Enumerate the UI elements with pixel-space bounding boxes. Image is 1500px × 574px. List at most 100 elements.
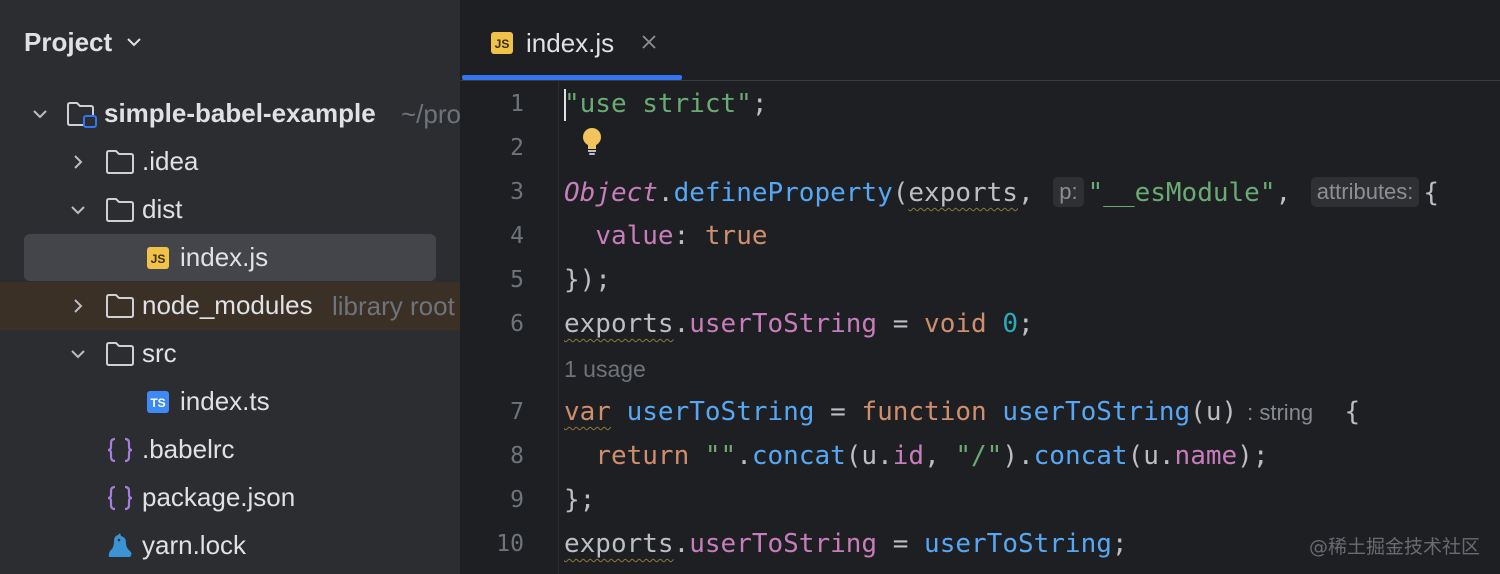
json-braces-icon	[107, 485, 133, 511]
tree-item-label: .babelrc	[142, 434, 235, 464]
tree-item-src-index-ts[interactable]: TS index.ts	[0, 378, 460, 426]
tree-item-src[interactable]: src	[0, 330, 460, 378]
ide-window: Project simple-babel-example ~/pro .idea	[0, 0, 1500, 574]
line-number: 2	[510, 135, 524, 161]
token-property: value	[595, 221, 674, 251]
token-punct: (	[892, 178, 909, 208]
code-line-7[interactable]: var userToString = function userToString…	[564, 397, 1360, 427]
token-function-name: userToString	[924, 529, 1112, 559]
inlay-hint-return-type: : string	[1247, 400, 1314, 425]
tree-item-dist[interactable]: dist	[0, 186, 460, 234]
token-operator: =	[877, 309, 925, 339]
tree-item-label: index.js	[180, 242, 269, 272]
close-icon[interactable]	[640, 33, 658, 51]
token-variable: userToString	[626, 397, 815, 427]
token-punct: .	[657, 178, 674, 208]
token-punct: ;	[1017, 309, 1034, 339]
project-panel: Project simple-babel-example ~/pro .idea	[0, 0, 460, 574]
lightbulb-icon[interactable]	[580, 126, 604, 158]
code-line-9[interactable]: };	[564, 485, 595, 515]
token-identifier: exports	[564, 529, 674, 559]
chevron-expanded-icon[interactable]	[68, 200, 88, 220]
code-line-4[interactable]: value: true	[564, 221, 767, 251]
token-whitespace	[987, 309, 1003, 339]
token-punct: .	[736, 441, 752, 471]
token-identifier: exports	[908, 178, 1018, 208]
token-method: concat	[1033, 441, 1128, 471]
tree-item-label: node_modules	[142, 290, 313, 320]
tree-item-yarn-lock[interactable]: yarn.lock	[0, 522, 460, 570]
token-punct: ,	[924, 441, 956, 471]
token-property: userToString	[689, 529, 878, 559]
token-punct: ,	[1275, 178, 1292, 208]
tree-item-label: package.json	[142, 482, 296, 512]
library-root-hint: library root	[332, 291, 455, 321]
folder-icon	[106, 294, 134, 318]
active-tab-indicator	[462, 75, 682, 80]
token-string: "use strict"	[564, 89, 752, 119]
token-punct: (u.	[1127, 441, 1175, 471]
token-punct: (u.	[845, 441, 893, 471]
token-string: "/"	[955, 441, 1003, 471]
folder-icon	[106, 150, 134, 174]
chevron-expanded-icon[interactable]	[68, 344, 88, 364]
code-line-8[interactable]: return "".concat(u.id, "/").concat(u.nam…	[564, 441, 1268, 471]
tree-item-label: dist	[142, 194, 183, 224]
line-number: 9	[510, 487, 524, 513]
folder-icon	[106, 198, 134, 222]
line-number: 8	[510, 443, 524, 469]
code-line-1[interactable]: "use strict";	[564, 89, 768, 119]
token-punct: .	[673, 529, 690, 559]
code-line-3[interactable]: Object.defineProperty(exports, p: "__esMo…	[564, 177, 1439, 208]
ts-file-icon: TS	[147, 391, 169, 413]
token-punct: {	[1313, 397, 1361, 427]
token-operator: =	[877, 529, 925, 559]
tree-item-dist-index-js[interactable]: JS index.js	[0, 234, 460, 282]
tree-item-label: .idea	[142, 146, 199, 176]
js-file-icon: JS	[491, 32, 513, 54]
code-line-6[interactable]: exports.userToString = void 0;	[564, 309, 1034, 339]
tree-item-simple-babel-example[interactable]: simple-babel-example ~/pro	[0, 90, 460, 138]
token-punct: :	[673, 221, 705, 251]
token-function-name: userToString	[1002, 397, 1191, 427]
token-params: (u)	[1190, 397, 1238, 427]
folder-icon	[106, 342, 134, 366]
code-line-5[interactable]: });	[564, 265, 611, 295]
tree-item-label: yarn.lock	[142, 530, 247, 560]
token-punct: {	[1423, 178, 1440, 208]
chevron-down-icon	[127, 38, 141, 47]
line-number: 1	[510, 91, 524, 117]
watermark: @稀土掘金技术社区	[1308, 536, 1480, 558]
tree-item-idea[interactable]: .idea	[0, 138, 460, 186]
editor-tab-bar: JS index.js	[460, 0, 1500, 81]
js-file-icon: JS	[147, 247, 169, 269]
gutter-divider	[558, 81, 559, 574]
token-punct: .	[673, 309, 690, 339]
tree-item-babelrc[interactable]: .babelrc	[0, 426, 460, 474]
token-punct: ;	[751, 89, 768, 119]
tree-item-package-json[interactable]: package.json	[0, 474, 460, 522]
tab-index-js[interactable]: JS index.js	[460, 0, 682, 80]
token-global-object: Object	[564, 178, 658, 208]
yarn-cat-icon	[108, 533, 132, 557]
svg-text:TS: TS	[150, 396, 165, 410]
codelens-usages-link[interactable]: 1 usage	[564, 356, 646, 383]
svg-text:JS: JS	[495, 37, 510, 51]
token-punct: );	[1237, 441, 1269, 471]
token-identifier: exports	[564, 309, 674, 339]
tree-item-label: src	[142, 338, 177, 368]
token-keyword: return	[595, 441, 690, 471]
line-number: 7	[510, 399, 524, 425]
chevron-collapsed-icon[interactable]	[68, 296, 88, 316]
token-string: ""	[704, 441, 737, 471]
code-line-10[interactable]: exports.userToString = userToString;	[564, 529, 1128, 559]
token-whitespace	[611, 397, 627, 427]
token-whitespace	[987, 397, 1003, 427]
token-string: "__esModule"	[1087, 178, 1276, 208]
project-panel-title: Project	[24, 26, 113, 57]
project-view-selector[interactable]: Project	[24, 22, 144, 62]
chevron-expanded-icon[interactable]	[30, 104, 50, 124]
chevron-collapsed-icon[interactable]	[68, 152, 88, 172]
line-number: 6	[510, 311, 524, 337]
tree-item-node-modules[interactable]: node_modules library root	[0, 282, 460, 330]
